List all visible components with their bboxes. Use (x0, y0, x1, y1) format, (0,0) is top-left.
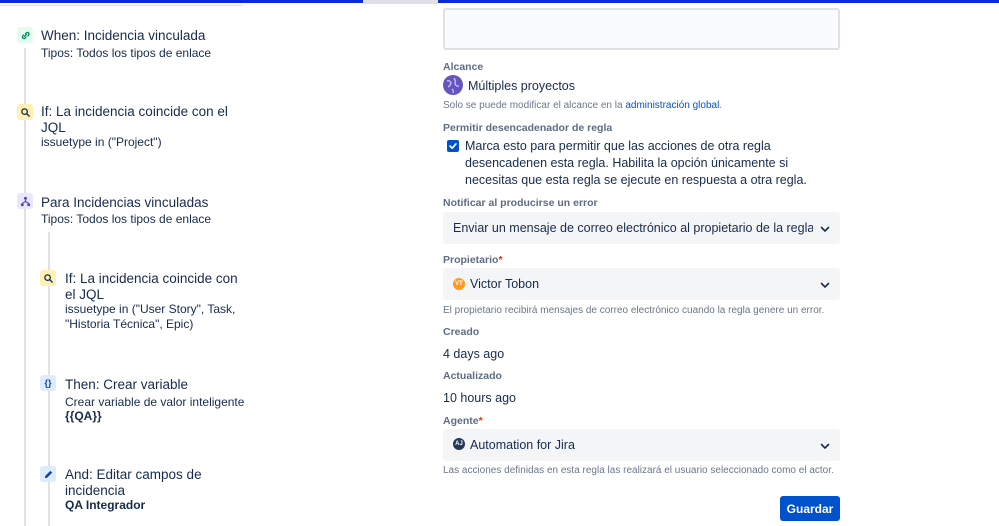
scope-value: Múltiples proyectos (468, 79, 575, 93)
agent-label-text: Agente (443, 415, 479, 427)
step-subtitle: Crear variable de valor inteligente (65, 395, 245, 409)
save-button[interactable]: Guardar (780, 496, 840, 521)
step-title-line2: incidencia (65, 483, 126, 498)
rule-flow: When: Incidencia vinculada Tipos: Todos … (0, 0, 360, 526)
link-icon (17, 27, 33, 43)
agent-select[interactable]: Automation for Jira (443, 429, 840, 461)
pencil-icon (40, 466, 56, 482)
scope-label: Alcance (443, 61, 484, 73)
notify-label: Notificar al producirse un error (443, 197, 598, 209)
trigger-label: Permitir desencadenador de regla (443, 122, 613, 134)
owner-value: Victor Tobon (470, 277, 540, 291)
required-mark: * (478, 415, 483, 427)
updated-value: 10 hours ago (443, 391, 516, 405)
step-value: {{QA}} (65, 409, 102, 423)
step-title-line1: If: La incidencia coincide con el (41, 104, 228, 119)
notify-value: Enviar un mensaje de correo electrónico … (453, 221, 813, 235)
step-title-line2: el JQL (65, 287, 105, 302)
created-label: Creado (443, 326, 480, 338)
chevron-down-icon (820, 282, 830, 289)
step-title: Para Incidencias vinculadas (41, 195, 209, 210)
branch-icon (17, 193, 33, 209)
chevron-down-icon (820, 226, 830, 233)
step-title: Then: Crear variable (65, 377, 189, 392)
notify-select[interactable]: Enviar un mensaje de correo electrónico … (443, 212, 840, 244)
owner-avatar: VT (453, 278, 465, 290)
top-tab-indicator (363, 0, 438, 4)
step-title-line1: If: La incidencia coincide con (65, 271, 238, 286)
owner-label: Propietario* (443, 254, 503, 266)
scope-help-text: Solo se puede modificar el alcance en la (443, 100, 626, 111)
step-value: QA Integrador (65, 498, 146, 512)
scope-help-end: . (719, 100, 723, 111)
braces-icon: {} (40, 375, 56, 391)
step-subtitle: Tipos: Todos los tipos de enlace (41, 46, 212, 60)
search-icon (17, 104, 33, 120)
required-mark: * (498, 254, 503, 266)
step-subtitle: Tipos: Todos los tipos de enlace (41, 212, 212, 226)
chevron-down-icon (820, 443, 830, 450)
step-subtitle: issuetype in ("Project") (41, 135, 162, 149)
globe-icon (443, 75, 463, 95)
agent-value: Automation for Jira (470, 438, 575, 452)
agent-help: Las acciones definidas en esta regla las… (443, 465, 834, 476)
owner-label-text: Propietario (443, 254, 499, 266)
step-subtitle-line1: issuetype in ("User Story", Task, (65, 302, 236, 316)
step-subtitle-line2: "Historia Técnica", Epic) (65, 317, 194, 331)
agent-label: Agente* (443, 415, 483, 427)
global-admin-link[interactable]: administración global (625, 100, 719, 111)
search-icon (40, 270, 56, 286)
allow-trigger-checkbox[interactable] (447, 140, 459, 152)
allow-trigger-text: Marca esto para permitir que las accione… (465, 139, 807, 187)
scope-help: Solo se puede modificar el alcance en la… (443, 100, 722, 111)
step-title: When: Incidencia vinculada (41, 28, 206, 43)
agent-avatar: AJ (453, 438, 465, 450)
created-value: 4 days ago (443, 347, 505, 361)
updated-label: Actualizado (443, 370, 502, 382)
description-textarea[interactable] (443, 8, 840, 50)
owner-help: El propietario recibirá mensajes de corr… (443, 305, 825, 316)
step-title-line2: JQL (41, 120, 66, 135)
checkmark-icon (449, 143, 457, 149)
step-title-line1: And: Editar campos de (65, 467, 202, 482)
owner-select[interactable]: Victor Tobon (443, 268, 840, 300)
